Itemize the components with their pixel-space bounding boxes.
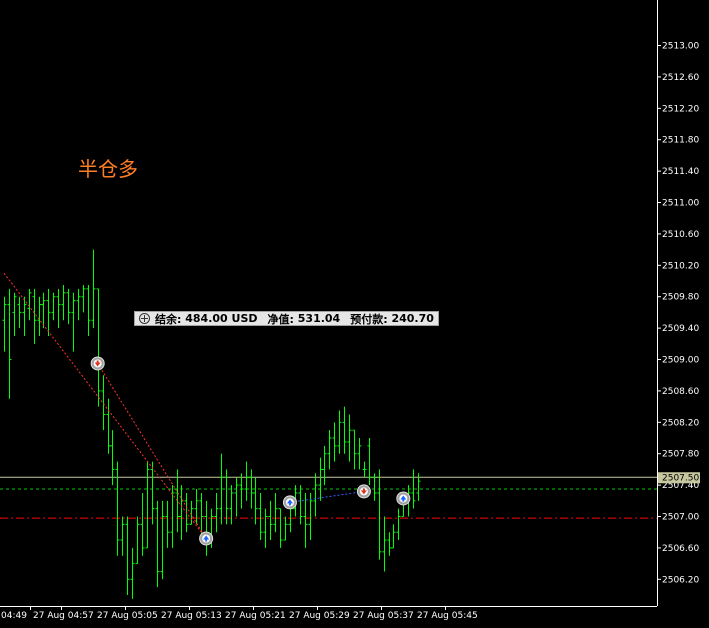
price-tick-label: 2506.60 — [662, 544, 699, 554]
price-tick-label: 2509.00 — [662, 356, 699, 366]
price-tick-label: 2508.20 — [662, 418, 699, 428]
balance-value: 484.00 USD — [185, 312, 258, 325]
margin-label: 预付款: — [350, 312, 388, 326]
time-tick-label: 04:49 — [1, 611, 27, 621]
price-tick-label: 2511.40 — [662, 167, 699, 177]
time-tick-label: 27 Aug 05:37 — [353, 611, 414, 621]
price-tick-label: 2508.60 — [662, 387, 699, 397]
time-tick-label: 27 Aug 04:57 — [33, 611, 94, 621]
price-tick-label: 2506.20 — [662, 575, 699, 585]
price-tick-label: 2507.00 — [662, 513, 699, 523]
time-tick-label: 27 Aug 05:05 — [97, 611, 158, 621]
price-tick-label: 2510.60 — [662, 230, 699, 240]
price-tick-label: 2512.60 — [662, 73, 699, 83]
buy-arrow-icon[interactable] — [199, 531, 214, 546]
price-tick-label: 2509.80 — [662, 293, 699, 303]
price-tick-label: 2511.00 — [662, 199, 699, 209]
buy-arrow-icon[interactable] — [396, 491, 411, 506]
annotation-text: 半仓多 — [78, 157, 138, 181]
current-price-label: 2507.50 — [662, 473, 699, 483]
time-tick-label: 27 Aug 05:21 — [225, 611, 286, 621]
price-tick-label: 2510.20 — [662, 261, 699, 271]
sell-arrow-icon[interactable] — [90, 356, 105, 371]
time-tick-label: 27 Aug 05:45 — [417, 611, 478, 621]
price-tick-label: 2511.80 — [662, 136, 699, 146]
buy-arrow-icon[interactable] — [282, 495, 297, 510]
price-tick-label: 2512.20 — [662, 104, 699, 114]
sell-arrow-icon[interactable] — [356, 484, 371, 499]
price-tick-label: 2507.80 — [662, 450, 699, 460]
margin-value: 240.70 — [391, 312, 434, 325]
account-expand-icon[interactable] — [139, 313, 150, 324]
price-tick-label: 2509.40 — [662, 324, 699, 334]
price-tick-label: 2513.00 — [662, 42, 699, 52]
balance-label: 结余: — [155, 312, 182, 326]
equity-label: 净值: — [267, 312, 294, 326]
account-info-bar: 结余: 484.00 USD 净值: 531.04 预付款: 240.70 — [134, 311, 439, 326]
time-tick-label: 27 Aug 05:13 — [161, 611, 222, 621]
equity-value: 531.04 — [297, 312, 341, 325]
time-tick-label: 27 Aug 05:29 — [289, 611, 350, 621]
